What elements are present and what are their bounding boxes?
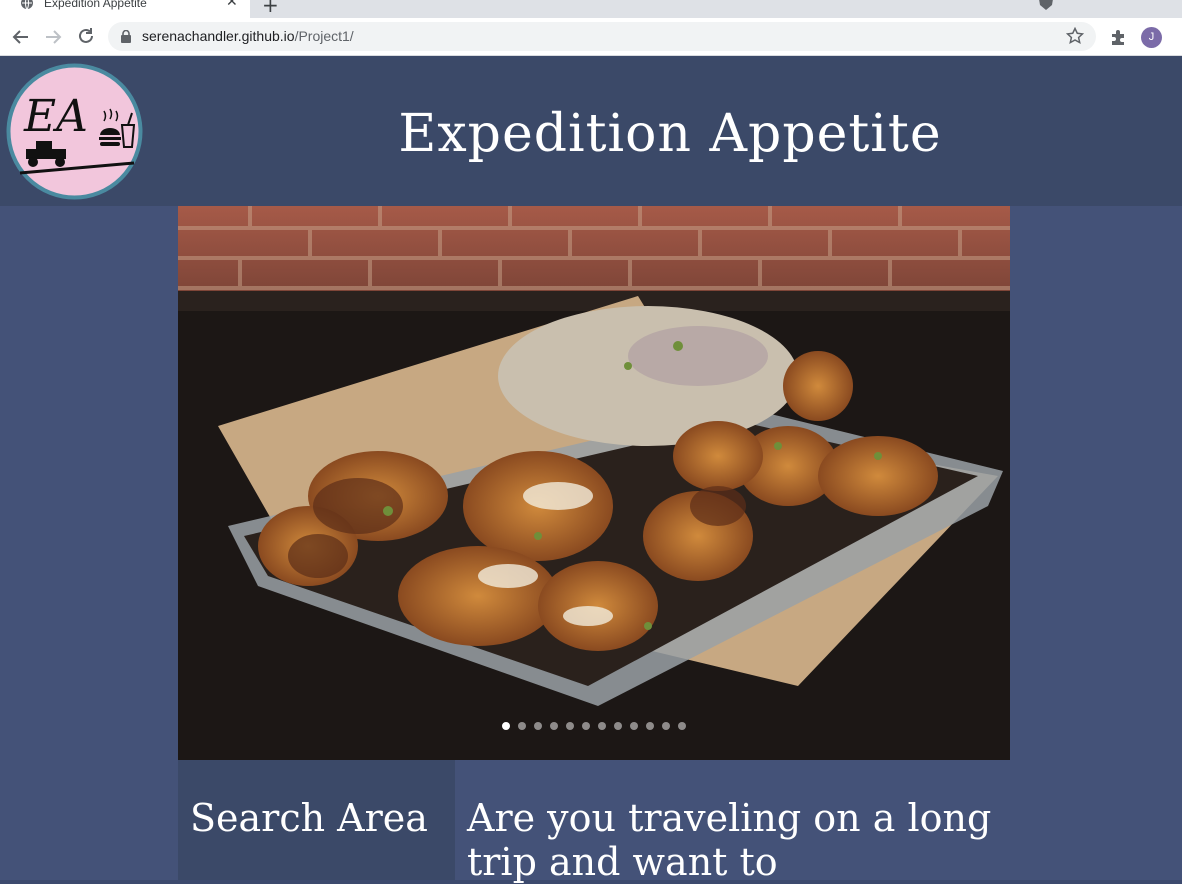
carousel-dot[interactable] xyxy=(678,722,686,730)
intro-paragraph: Are you traveling on a long trip and wan… xyxy=(467,796,992,884)
url-text[interactable]: serenachandler.github.io/Project1/ xyxy=(142,28,354,44)
close-icon[interactable]: ✕ xyxy=(226,0,238,10)
back-arrow-icon[interactable] xyxy=(8,24,34,50)
browser-toolbar: serenachandler.github.io/Project1/ J xyxy=(0,18,1182,56)
extensions-puzzle-icon[interactable] xyxy=(1110,28,1128,46)
carousel-dot[interactable] xyxy=(534,722,542,730)
browser-tab[interactable]: Expedition Appetite ✕ xyxy=(0,0,250,18)
reload-icon[interactable] xyxy=(73,24,99,50)
carousel-dot[interactable] xyxy=(502,722,510,730)
logo-lettering: EA xyxy=(23,91,88,142)
carousel-dot[interactable] xyxy=(582,722,590,730)
burger-icon xyxy=(99,128,121,146)
address-bar[interactable]: serenachandler.github.io/Project1/ xyxy=(108,22,1096,51)
image-carousel[interactable] xyxy=(178,206,1010,760)
carousel-dot[interactable] xyxy=(662,722,670,730)
browser-tabstrip: Expedition Appetite ✕ + xyxy=(0,0,1182,18)
carousel-dot[interactable] xyxy=(518,722,526,730)
url-host: serenachandler.github.io xyxy=(142,28,295,44)
carousel-dot[interactable] xyxy=(614,722,622,730)
carousel-image xyxy=(178,206,1010,760)
site-header: EA Expedition Appetite xyxy=(0,56,1182,206)
site-logo[interactable]: EA xyxy=(6,63,143,200)
tab-title: Expedition Appetite xyxy=(44,0,147,10)
search-area-title: Search Area xyxy=(190,796,428,840)
carousel-dot[interactable] xyxy=(630,722,638,730)
new-tab-button[interactable]: + xyxy=(262,0,279,17)
bookmark-star-icon[interactable] xyxy=(1066,27,1084,45)
shield-icon[interactable] xyxy=(1038,0,1054,10)
carousel-dot[interactable] xyxy=(550,722,558,730)
lock-icon[interactable] xyxy=(120,30,132,43)
carousel-dot[interactable] xyxy=(646,722,654,730)
search-area-panel: Search Area xyxy=(178,760,455,880)
url-path: /Project1/ xyxy=(294,28,354,44)
globe-icon xyxy=(21,0,33,10)
site-title: Expedition Appetite xyxy=(398,104,942,164)
forward-arrow-icon[interactable] xyxy=(40,24,66,50)
carousel-dot[interactable] xyxy=(566,722,574,730)
profile-avatar[interactable]: J xyxy=(1141,27,1162,48)
carousel-dot[interactable] xyxy=(598,722,606,730)
